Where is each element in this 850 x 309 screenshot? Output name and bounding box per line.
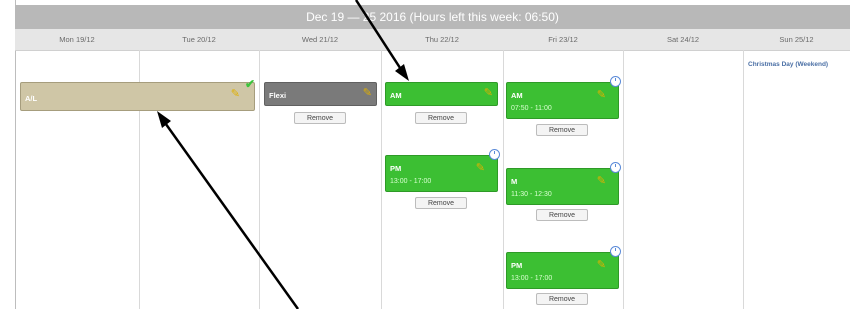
- annotation-arrow-line: [161, 119, 300, 309]
- arrow-head-icon: [157, 111, 171, 128]
- arrow-head-icon: [395, 64, 409, 81]
- annotation-arrow-line: [354, 0, 406, 75]
- annotation-arrows: [157, 0, 409, 309]
